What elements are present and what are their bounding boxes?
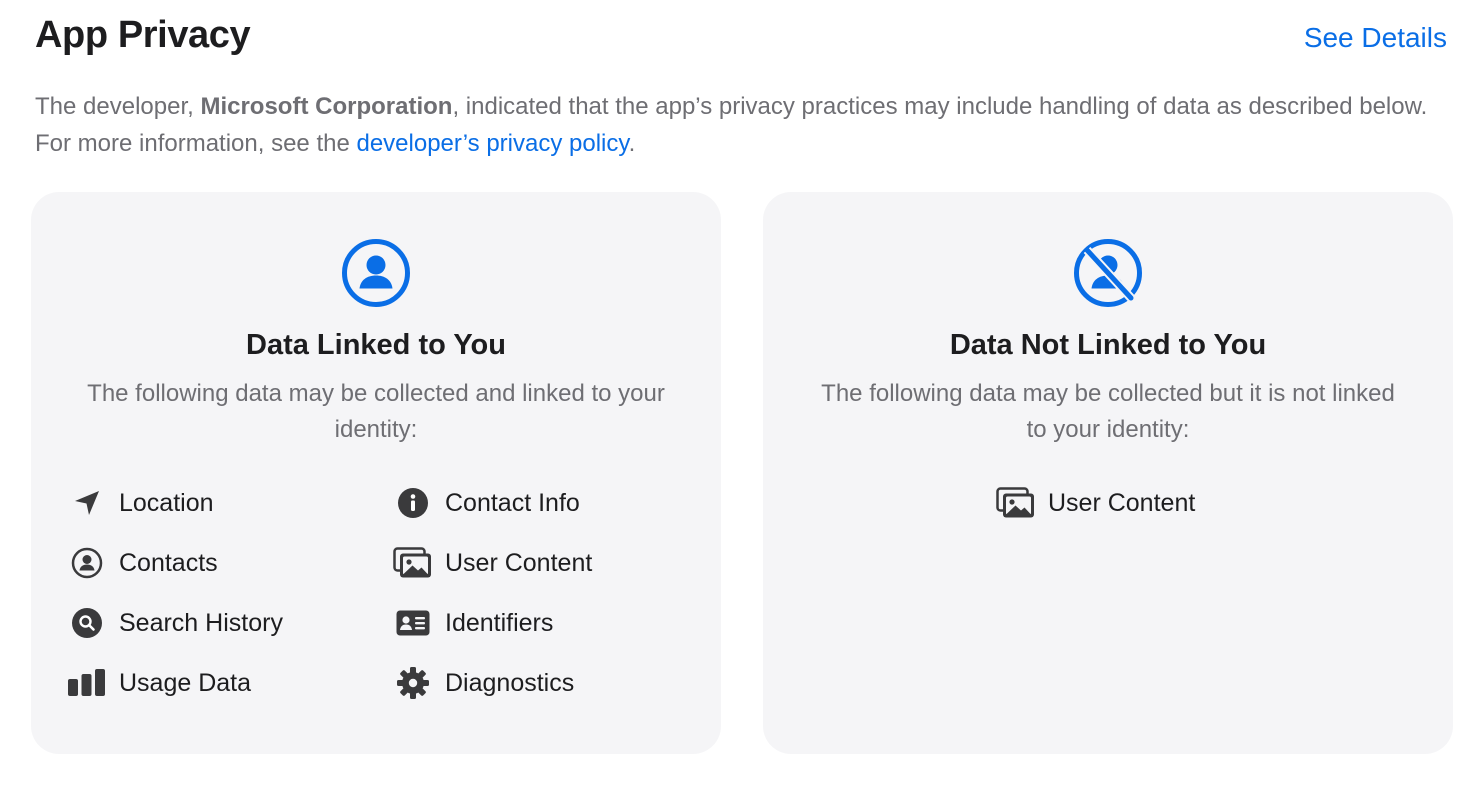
data-linked-item-user-content: User Content xyxy=(393,543,592,583)
data-not-linked-title: Data Not Linked to You xyxy=(949,329,1267,361)
item-label: Diagnostics xyxy=(445,669,575,697)
intro-text-after: . xyxy=(628,130,636,157)
see-details-link[interactable]: See Details xyxy=(1304,18,1447,58)
item-label: Usage Data xyxy=(119,669,252,697)
item-label: Identifiers xyxy=(445,609,554,637)
id-card-icon xyxy=(393,603,433,643)
data-linked-item-contacts: Contacts xyxy=(67,543,218,583)
data-linked-item-search-history: Search History xyxy=(67,603,283,643)
item-label: Search History xyxy=(119,609,283,637)
gear-icon xyxy=(393,663,433,703)
info-circle-icon xyxy=(393,483,433,523)
person-crossed-circle-icon xyxy=(1073,238,1143,308)
data-linked-item-location: Location xyxy=(67,483,214,523)
data-linked-card: Data Linked to You The following data ma… xyxy=(31,192,721,754)
data-not-linked-card: Data Not Linked to You The following dat… xyxy=(763,192,1453,754)
photos-icon xyxy=(393,543,433,583)
intro-text-before: The developer, xyxy=(35,93,201,120)
item-label: Contacts xyxy=(119,549,218,577)
item-label: User Content xyxy=(445,549,593,577)
data-linked-item-identifiers: Identifiers xyxy=(393,603,553,643)
item-label: User Content xyxy=(1048,489,1196,517)
data-linked-item-diagnostics: Diagnostics xyxy=(393,663,574,703)
data-not-linked-item-user-content: User Content xyxy=(996,483,1195,523)
data-linked-item-usage-data: Usage Data xyxy=(67,663,251,703)
intro-text: The developer, Microsoft Corporation, in… xyxy=(35,88,1435,162)
photos-icon xyxy=(996,483,1036,523)
data-not-linked-description: The following data may be collected but … xyxy=(821,380,1395,443)
privacy-policy-link[interactable]: developer’s privacy policy xyxy=(356,130,628,157)
location-arrow-icon xyxy=(67,483,107,523)
page-title: App Privacy xyxy=(35,14,251,56)
magnifier-circle-icon xyxy=(67,603,107,643)
data-linked-item-contact-info: Contact Info xyxy=(393,483,580,523)
item-label: Contact Info xyxy=(445,489,580,517)
data-linked-title: Data Linked to You xyxy=(246,329,506,361)
item-label: Location xyxy=(119,489,214,517)
bar-chart-icon xyxy=(67,663,107,703)
data-linked-description: The following data may be collected and … xyxy=(87,380,665,443)
header: App Privacy See Details xyxy=(35,10,1447,60)
developer-name: Microsoft Corporation xyxy=(200,93,453,120)
person-circle-icon xyxy=(67,543,107,583)
person-circle-icon xyxy=(341,238,411,308)
